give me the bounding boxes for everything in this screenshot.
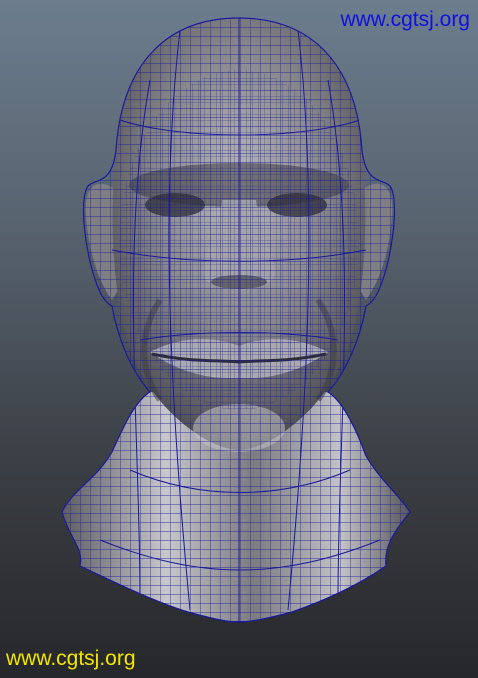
wireframe-mesh xyxy=(62,18,410,622)
watermark-top: www.cgtsj.org xyxy=(340,8,470,31)
render-viewport: www.cgtsj.org www.cgtsj.org xyxy=(0,0,478,678)
head-render xyxy=(61,17,411,623)
watermark-bottom: www.cgtsj.org xyxy=(6,647,136,670)
